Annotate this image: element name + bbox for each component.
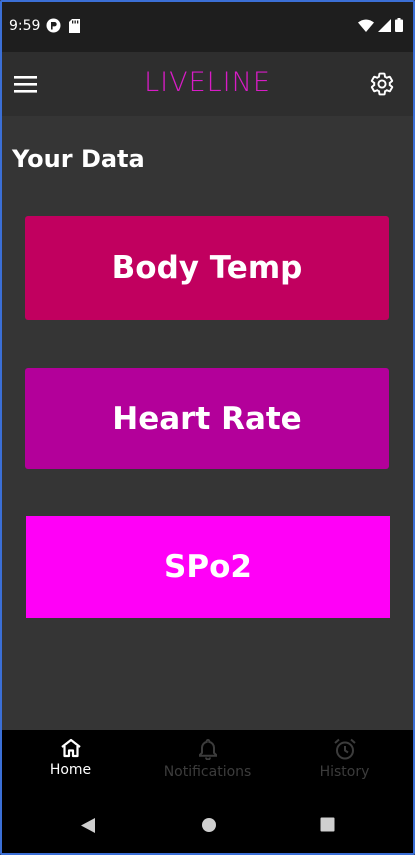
body-temp-label: Body Temp	[111, 250, 303, 286]
app-title: LIVELINE	[144, 67, 271, 98]
back-icon[interactable]	[80, 817, 96, 834]
signal-icon	[378, 18, 391, 32]
nav-item-history[interactable]: History	[276, 730, 413, 797]
bell-icon	[198, 738, 217, 760]
nav-label-home: Home	[49, 762, 92, 778]
nav-item-home[interactable]: Home	[2, 730, 139, 797]
alarm-clock-icon	[333, 738, 356, 760]
spo2-label: SPo2	[164, 549, 252, 585]
battery-icon	[395, 18, 403, 32]
status-bar: 9:59	[2, 2, 413, 52]
system-navigation-bar	[2, 797, 413, 853]
spo2-button[interactable]: SPo2	[26, 516, 390, 618]
recents-icon[interactable]	[320, 817, 335, 832]
home-icon	[60, 738, 81, 758]
sd-card-icon	[69, 18, 80, 33]
notification-p-icon	[46, 18, 61, 33]
nav-label-notifications: Notifications	[163, 764, 252, 780]
status-time: 9:59	[9, 18, 41, 34]
home-circle-icon[interactable]	[201, 817, 217, 833]
status-icons-right	[358, 18, 403, 32]
phone-screen: 9:59 LIVELINE Your Data Body Temp Heart …	[0, 0, 415, 855]
nav-item-notifications[interactable]: Notifications	[139, 730, 276, 797]
wifi-icon	[358, 19, 374, 32]
body-temp-button[interactable]: Body Temp	[25, 216, 389, 320]
page-title: Your Data	[12, 145, 145, 173]
main-content: Your Data Body Temp Heart Rate SPo2	[2, 116, 413, 730]
bottom-navigation: Home Notifications History	[2, 730, 413, 797]
status-icons-left	[46, 18, 80, 33]
app-bar: LIVELINE	[2, 52, 413, 116]
heart-rate-label: Heart Rate	[112, 400, 302, 437]
heart-rate-button[interactable]: Heart Rate	[25, 368, 389, 469]
nav-label-history: History	[319, 764, 370, 780]
gear-icon[interactable]	[369, 71, 395, 97]
